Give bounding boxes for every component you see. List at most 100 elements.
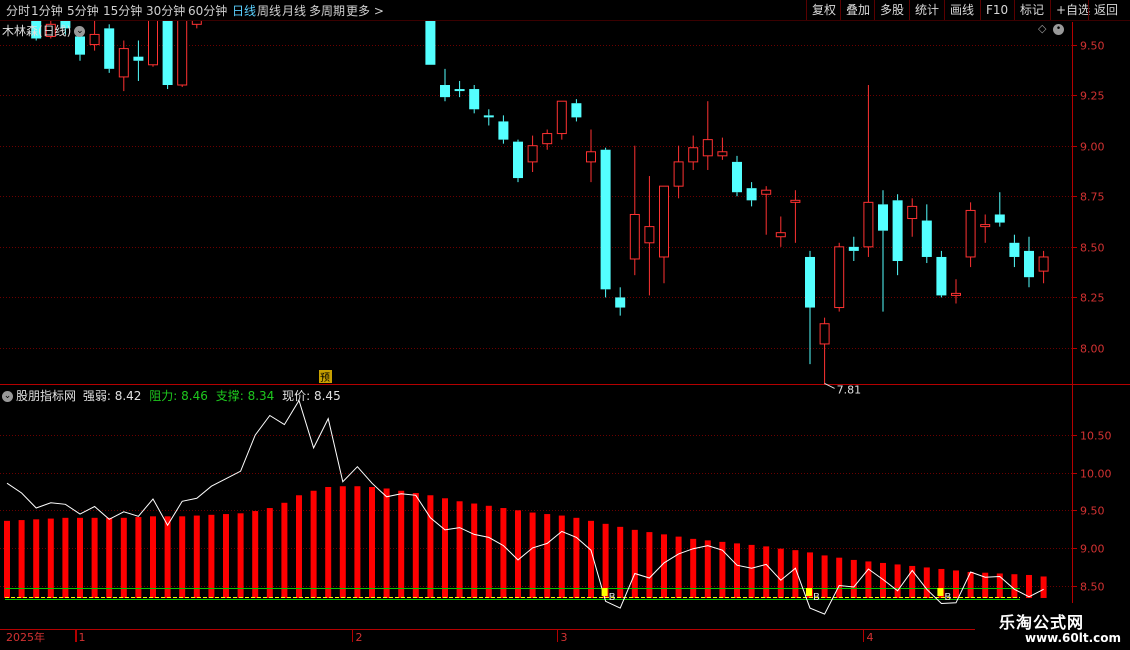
strength-bar [310, 490, 317, 598]
toolbar: 分时 1分钟 5分钟 15分钟 30分钟 60分钟 日线 周线 月线 多周期 更多 > 复权 叠加 多股统… [0, 0, 1130, 21]
strength-bar [135, 517, 142, 598]
candle-body [104, 28, 115, 69]
candle-body [542, 133, 553, 145]
candle-body [75, 36, 85, 55]
candle-body [994, 214, 1005, 223]
strength-bar [193, 515, 200, 598]
period-tab-8[interactable]: 月线 [282, 2, 306, 19]
b-signal-label: B [813, 592, 820, 603]
period-tab-6[interactable]: 日线 [232, 2, 256, 19]
strength-bar [354, 486, 361, 598]
b-signal-label: B [944, 592, 951, 603]
watermark-title: 乐淘公式网 [999, 613, 1085, 632]
strength-bar [485, 505, 492, 598]
candle-body [921, 220, 932, 257]
candle-body [571, 103, 582, 118]
period-tab-10[interactable]: 更多 > [346, 2, 384, 19]
strength-bar [748, 544, 755, 598]
period-tab-9[interactable]: 多周期 [309, 2, 345, 19]
strength-bar [179, 516, 186, 598]
strength-bar [252, 511, 259, 598]
resistance-value: 8.46 [181, 389, 208, 403]
main-y-tick-label: 8.50 [1080, 242, 1105, 255]
strength-bar [529, 512, 536, 598]
candle-body [133, 56, 144, 61]
price-value: 8.45 [313, 389, 341, 403]
strength-bar [33, 519, 40, 598]
strength-bar [47, 518, 54, 598]
strength-bar [106, 517, 113, 598]
candle-body [805, 256, 815, 308]
period-tab-2[interactable]: 5分钟 [67, 2, 99, 19]
candle-body [878, 204, 888, 231]
candle-body [951, 292, 961, 296]
toolbar-button-2[interactable]: 多股 [874, 0, 909, 20]
strength-bar [369, 486, 375, 598]
strength-bar [573, 517, 580, 598]
diamond-icon[interactable]: ◇ [1038, 22, 1046, 35]
toolbar-button-0[interactable]: 复权 [806, 0, 841, 20]
toolbar-button-4[interactable]: 画线 [944, 0, 979, 20]
strength-bar [631, 529, 638, 598]
candle-body [688, 147, 699, 163]
month-label: 1 [79, 631, 86, 644]
period-tab-0[interactable]: 分时 [6, 2, 30, 19]
candle-body [732, 161, 742, 193]
strength-bar [923, 567, 930, 598]
strength-bar [894, 564, 901, 598]
toolbar-button-5[interactable]: F10 [980, 0, 1013, 20]
settings-circle-icon[interactable]: • [1052, 23, 1064, 35]
candle-body [527, 145, 538, 163]
strength-bar [4, 520, 10, 598]
period-tab-7[interactable]: 周线 [257, 2, 281, 19]
candle-body [644, 226, 655, 244]
strength-bar [281, 502, 288, 598]
candle-body [498, 121, 509, 140]
period-tab-5[interactable]: 60分钟 [188, 2, 227, 19]
strength-bar [398, 490, 405, 598]
period-tab-1[interactable]: 1分钟 [31, 2, 63, 19]
sub-y-tick-label: 10.50 [1080, 430, 1112, 443]
strength-bar [120, 517, 127, 598]
candle-body [177, 19, 188, 86]
toolbar-button-8[interactable]: 返回 [1088, 0, 1123, 20]
strength-bar [150, 516, 156, 598]
toolbar-button-3[interactable]: 统计 [909, 0, 944, 20]
strength-value: 8.42 [114, 389, 142, 403]
strength-bar [617, 526, 624, 598]
toolbar-button-6[interactable]: 标记 [1014, 0, 1049, 20]
main-y-tick-label: 8.75 [1080, 191, 1105, 204]
candle-body [775, 232, 786, 238]
period-tab-3[interactable]: 15分钟 [103, 2, 142, 19]
candle-body [717, 151, 728, 157]
strength-bar [763, 546, 770, 598]
main-panel-title-bar: 木林森(日线) ⌄ [2, 22, 86, 39]
indicator-name: 股朋指标网 [16, 389, 77, 403]
price-line [6, 399, 1044, 615]
candle-body [907, 205, 918, 220]
candle-body [863, 201, 874, 248]
strength-bar [237, 513, 244, 598]
support-value: 8.34 [247, 389, 275, 403]
candle-body [162, 14, 173, 86]
main-y-tick-label: 8.00 [1080, 343, 1105, 356]
main-y-tick-label: 8.25 [1080, 292, 1105, 305]
candle-body [454, 89, 465, 92]
strength-bar [880, 562, 886, 598]
strength-bar [325, 486, 332, 598]
strength-bar [383, 488, 390, 598]
chevron-down-icon[interactable]: ⌄ [2, 391, 13, 402]
chevron-down-icon[interactable]: ⌄ [74, 26, 86, 37]
toolbar-button-1[interactable]: 叠加 [840, 0, 875, 20]
candle-body [790, 199, 801, 203]
candle-body [483, 115, 494, 118]
watermark: 乐淘公式网 www.60lt.com [975, 603, 1130, 650]
strength-bar [442, 498, 448, 598]
candle-body [469, 89, 480, 110]
strength-bar [836, 557, 843, 598]
period-tab-4[interactable]: 30分钟 [146, 2, 185, 19]
candle-body [659, 185, 669, 258]
prediction-marker: 预 [320, 372, 330, 384]
strength-bar [821, 555, 828, 598]
month-label: 4 [867, 631, 874, 644]
